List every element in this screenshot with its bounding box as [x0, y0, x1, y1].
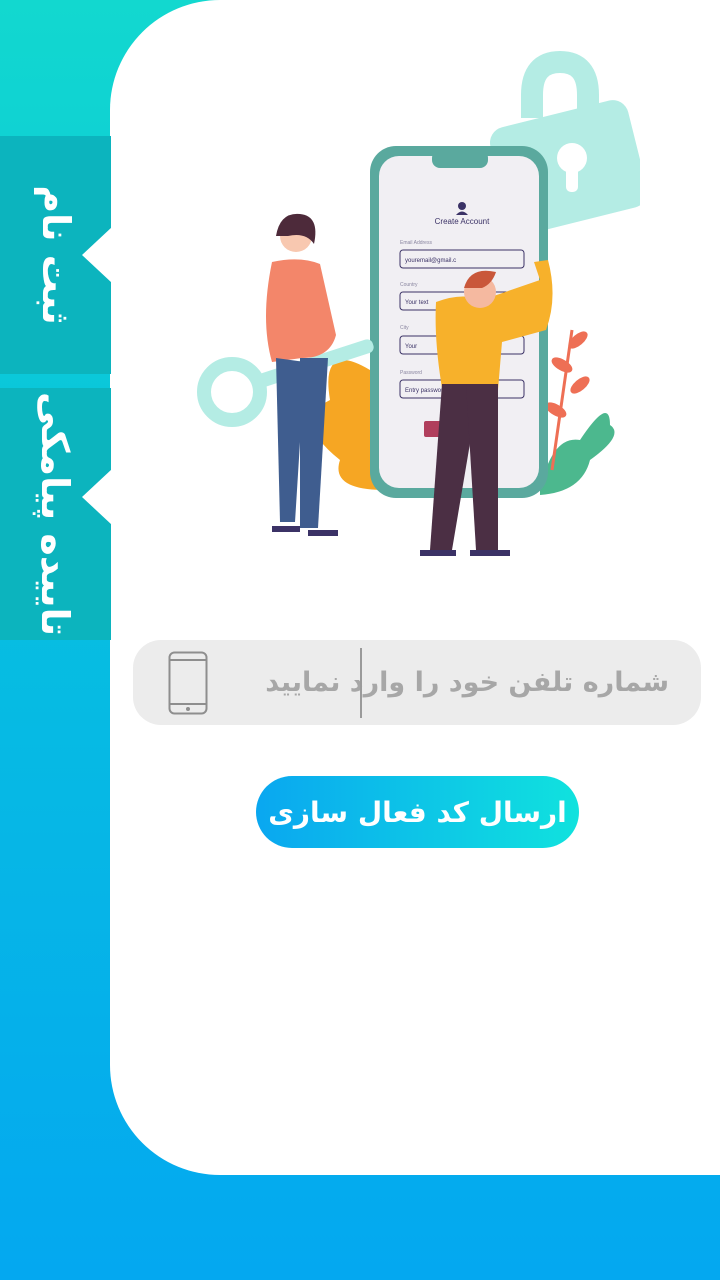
illustration-country-value: Your text: [405, 300, 429, 306]
illustration-country-label: Country: [400, 282, 418, 288]
tab-sms-label: تاییده پیامکی: [33, 391, 78, 637]
tab-sms-notch: [82, 469, 112, 525]
tab-signup-notch: [82, 227, 112, 283]
send-activation-code-button[interactable]: ارسال کد فعال سازی: [256, 776, 579, 848]
illustration-title: Create Account: [435, 217, 490, 226]
illustration-password-value: Entry password: [405, 388, 446, 394]
illustration-email-value: youremail@gmail.c: [405, 258, 456, 264]
illustration-city-value: Your: [405, 344, 417, 350]
smartphone-icon: [168, 651, 208, 715]
tab-signup-label: ثبت نام: [33, 185, 78, 325]
green-plant: [540, 413, 615, 495]
user-icon: [458, 202, 466, 210]
illustration-email-label: Email Address: [400, 240, 432, 246]
phone-number-placeholder[interactable]: شماره تلفن خود را وارد نمایید: [265, 640, 669, 725]
illustration-city-label: City: [400, 325, 409, 331]
illustration-password-label: Password: [400, 370, 422, 376]
signup-illustration: Create Account Email Address Country Cit…: [197, 50, 640, 556]
phone-number-field[interactable]: شماره تلفن خود را وارد نمایید: [133, 640, 701, 725]
field-divider: [360, 648, 362, 718]
